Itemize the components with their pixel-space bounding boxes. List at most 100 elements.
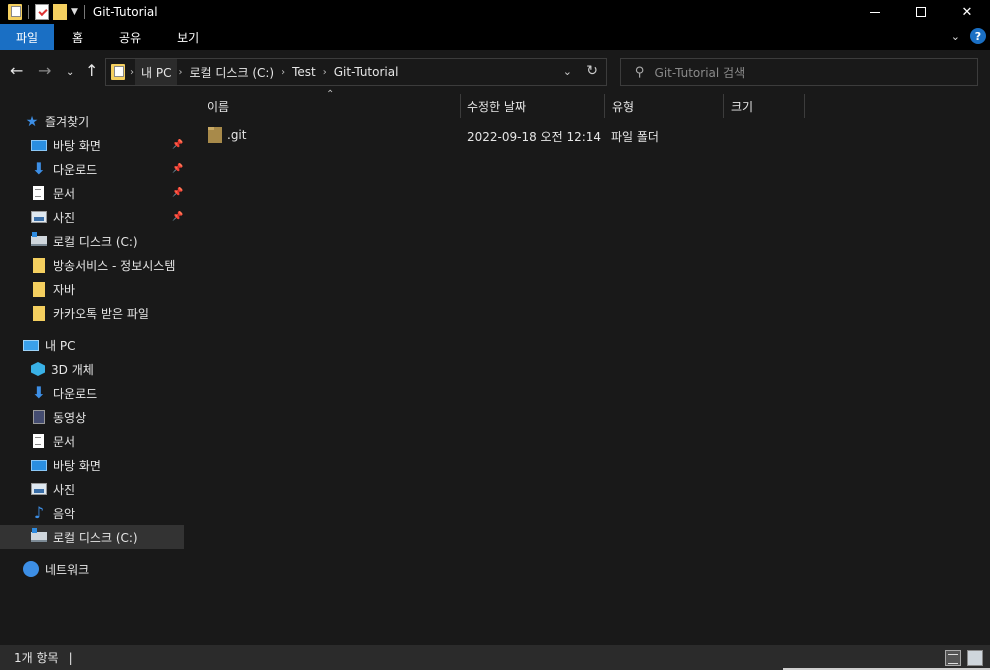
computer-icon xyxy=(23,339,39,351)
sidebar-item-desktop[interactable]: 바탕 화면 📌 xyxy=(0,133,184,157)
toolbar-divider xyxy=(83,5,85,19)
column-header-name[interactable]: 이름 xyxy=(207,94,457,118)
sidebar-item-downloads[interactable]: ⬇ 다운로드 xyxy=(0,381,184,405)
sidebar-item-label: 로컬 디스크 (C:) xyxy=(53,530,138,545)
close-icon: ✕ xyxy=(961,4,973,20)
quick-access-toolbar: ▼ xyxy=(0,0,87,24)
network-icon xyxy=(23,561,39,577)
sidebar-item-label: 사진 xyxy=(53,482,76,497)
breadcrumb-this-pc[interactable]: 내 PC xyxy=(135,59,178,85)
properties-icon[interactable] xyxy=(35,4,49,20)
sidebar-item-local-disk[interactable]: 로컬 디스크 (C:) xyxy=(0,525,184,549)
breadcrumb-git-tutorial[interactable]: Git-Tutorial xyxy=(328,59,405,85)
sidebar-item-network[interactable]: 네트워크 xyxy=(0,557,184,581)
column-divider[interactable] xyxy=(804,94,805,118)
sidebar-item-local-disk[interactable]: 로컬 디스크 (C:) xyxy=(0,229,184,253)
large-icons-view-icon[interactable] xyxy=(967,650,983,666)
pin-icon[interactable]: 📌 xyxy=(172,140,183,150)
sidebar-item-downloads[interactable]: ⬇ 다운로드 📌 xyxy=(0,157,184,181)
window-title: Git-Tutorial xyxy=(92,5,158,19)
video-icon xyxy=(33,410,45,424)
document-icon xyxy=(33,186,44,200)
sidebar-item-label: 다운로드 xyxy=(53,162,98,177)
sidebar-item-quick-access[interactable]: ★ 즐겨찾기 xyxy=(0,109,184,133)
breadcrumb-local-disk[interactable]: 로컬 디스크 (C:) xyxy=(183,59,280,85)
sidebar-item-label: 카카오톡 받은 파일 xyxy=(53,306,149,321)
sidebar-item-desktop[interactable]: 바탕 화면 xyxy=(0,453,184,477)
sidebar-item-label: 방송서비스 - 정보시스템 xyxy=(53,258,176,273)
pin-icon[interactable]: 📌 xyxy=(172,164,183,174)
ribbon-tabs: 파일 홈 공유 보기 ⌄ ? xyxy=(0,24,990,50)
navigation-pane: ★ 즐겨찾기 바탕 화면 📌 ⬇ 다운로드 📌 문서 📌 사진 📌 로컬 디스크… xyxy=(0,94,187,645)
item-count: 1개 항목 xyxy=(14,651,59,665)
sidebar-item-documents[interactable]: 문서 xyxy=(0,429,184,453)
sidebar-item-videos[interactable]: 동영상 xyxy=(0,405,184,429)
sidebar-item-label: 바탕 화면 xyxy=(53,138,101,153)
sidebar-item-this-pc[interactable]: 내 PC xyxy=(0,333,184,357)
sidebar-item-documents[interactable]: 문서 📌 xyxy=(0,181,184,205)
sidebar-item-3d-objects[interactable]: 3D 개체 xyxy=(0,357,184,381)
tab-home[interactable]: 홈 xyxy=(54,24,101,50)
breadcrumb-test[interactable]: Test xyxy=(286,59,322,85)
sidebar-item-label: 3D 개체 xyxy=(51,362,94,377)
address-bar[interactable]: › 내 PC › 로컬 디스크 (C:) › Test › Git-Tutori… xyxy=(105,58,607,86)
minimize-button[interactable] xyxy=(852,0,898,24)
column-divider[interactable] xyxy=(723,94,724,118)
folder-icon[interactable] xyxy=(8,4,22,20)
refresh-icon[interactable]: ↻ xyxy=(586,63,598,79)
desktop-icon xyxy=(31,139,47,151)
close-button[interactable]: ✕ xyxy=(944,0,990,24)
sidebar-item-label: 문서 xyxy=(53,434,76,449)
details-view-icon[interactable] xyxy=(945,650,961,666)
search-box[interactable]: ⚲ Git-Tutorial 검색 xyxy=(620,58,978,86)
expand-ribbon-icon[interactable]: ⌄ xyxy=(951,30,960,43)
sidebar-item-label: 문서 xyxy=(53,186,76,201)
tab-file[interactable]: 파일 xyxy=(0,24,54,50)
pin-icon[interactable]: 📌 xyxy=(172,188,183,198)
download-icon: ⬇ xyxy=(32,383,46,402)
music-icon: ♪ xyxy=(33,503,45,522)
folder-icon xyxy=(33,257,45,273)
folder-icon xyxy=(33,281,45,297)
sidebar-item-label: 동영상 xyxy=(53,410,87,425)
new-folder-icon[interactable] xyxy=(53,4,67,20)
table-row[interactable]: .git 2022-09-18 오전 12:14 파일 폴더 xyxy=(202,124,792,146)
maximize-button[interactable] xyxy=(898,0,944,24)
breadcrumb: › 내 PC › 로컬 디스크 (C:) › Test › Git-Tutori… xyxy=(129,59,404,85)
address-dropdown-icon[interactable]: ⌄ xyxy=(563,65,572,78)
desktop-icon xyxy=(31,459,47,471)
customize-toolbar-icon[interactable]: ▼ xyxy=(71,7,78,17)
back-arrow-icon[interactable]: ← xyxy=(10,62,23,80)
status-bar: 1개 항목 | xyxy=(0,645,990,670)
column-divider[interactable] xyxy=(460,94,461,118)
help-icon[interactable]: ? xyxy=(970,28,986,44)
up-arrow-icon[interactable]: ↑ xyxy=(85,62,98,80)
sidebar-item-folder[interactable]: 방송서비스 - 정보시스템 xyxy=(0,253,184,277)
tab-share[interactable]: 공유 xyxy=(101,24,159,50)
folder-icon xyxy=(208,127,222,143)
sidebar-item-folder[interactable]: 카카오톡 받은 파일 xyxy=(0,301,184,325)
file-modified: 2022-09-18 오전 12:14 xyxy=(467,130,602,144)
status-divider: | xyxy=(68,650,73,665)
sidebar-item-pictures[interactable]: 사진 xyxy=(0,477,184,501)
pin-icon[interactable]: 📌 xyxy=(172,212,183,222)
column-header-type[interactable]: 유형 xyxy=(612,94,722,118)
search-input[interactable]: Git-Tutorial 검색 xyxy=(655,64,746,81)
file-name[interactable]: .git xyxy=(227,128,246,142)
forward-arrow-icon[interactable]: → xyxy=(38,62,51,80)
sidebar-item-label: 음악 xyxy=(53,506,76,521)
sidebar-item-music[interactable]: ♪ 음악 xyxy=(0,501,184,525)
column-header-modified[interactable]: 수정한 날짜 xyxy=(467,94,605,118)
column-divider[interactable] xyxy=(604,94,605,118)
sidebar-item-pictures[interactable]: 사진 📌 xyxy=(0,205,184,229)
file-list: ⌃ 이름 수정한 날짜 유형 크기 .git 2022-09-18 오전 12:… xyxy=(187,89,990,645)
column-header-size[interactable]: 크기 xyxy=(731,94,801,118)
sidebar-item-label: 자바 xyxy=(53,282,76,297)
drive-icon xyxy=(31,528,47,542)
tab-view[interactable]: 보기 xyxy=(159,24,217,50)
recent-locations-icon[interactable]: ⌄ xyxy=(66,64,74,82)
sidebar-item-folder[interactable]: 자바 xyxy=(0,277,184,301)
sidebar-item-label: 내 PC xyxy=(45,338,76,353)
file-type: 파일 폴더 xyxy=(611,130,659,144)
sidebar-item-label: 네트워크 xyxy=(45,562,90,577)
